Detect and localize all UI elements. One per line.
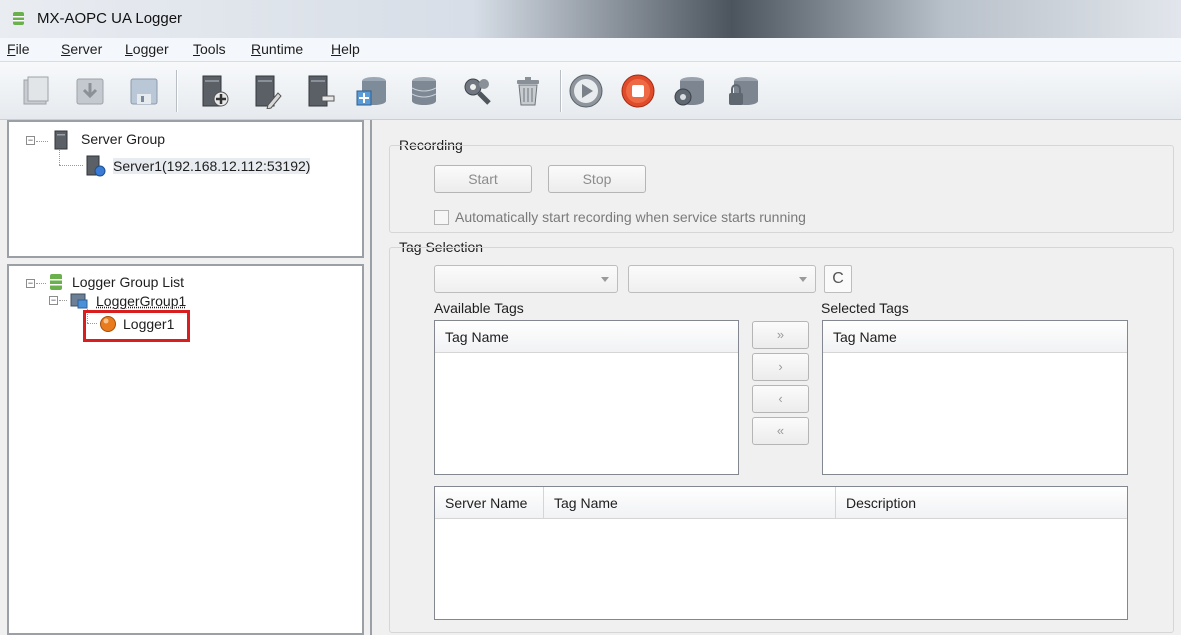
start-icon[interactable] [568, 73, 604, 109]
menu-bar: File Server Logger Tools Runtime Help [0, 38, 1181, 62]
toolbar [0, 62, 1181, 120]
tree-line [59, 300, 67, 301]
server-tree-pane: − Server Group Server1(192.168.12.112:53… [7, 120, 364, 258]
add-server-icon[interactable] [195, 73, 231, 109]
logger1-highlight [83, 310, 190, 342]
toolbar-separator [560, 70, 561, 112]
server-group-icon [54, 130, 68, 150]
selected-tags-list[interactable]: Tag Name [822, 320, 1128, 475]
selected-tag-name-header[interactable]: Tag Name [823, 321, 1127, 353]
available-tags-list[interactable]: Tag Name [434, 320, 739, 475]
stop-icon[interactable] [620, 73, 656, 109]
menu-logger[interactable]: Logger [125, 41, 169, 57]
add-logger-group-icon[interactable] [354, 73, 390, 109]
collapse-icon[interactable]: − [26, 279, 35, 288]
tree-server1[interactable]: Server1(192.168.12.112:53192) [113, 158, 311, 174]
move-all-right-button[interactable]: » [752, 321, 809, 349]
auto-start-checkbox[interactable] [434, 210, 449, 225]
tree-line [36, 141, 48, 142]
logger-group-list-icon [50, 274, 62, 290]
settings-icon[interactable] [459, 73, 495, 109]
logger-settings-panel: Recording Start Stop Automatically start… [370, 120, 1181, 635]
collapse-icon[interactable]: − [26, 136, 35, 145]
title-bar: MX-AOPC UA Logger [0, 0, 1181, 38]
available-tag-name-header[interactable]: Tag Name [435, 321, 738, 353]
save-icon[interactable] [126, 73, 162, 109]
selected-tags-title: Selected Tags [821, 300, 909, 316]
window-title: MX-AOPC UA Logger [37, 10, 183, 27]
delete-icon[interactable] [510, 73, 546, 109]
server-combo[interactable] [434, 265, 618, 293]
move-all-left-button[interactable]: « [752, 417, 809, 445]
available-tags-title: Available Tags [434, 300, 524, 316]
menu-tools[interactable]: Tools [193, 41, 226, 57]
move-right-button[interactable]: › [752, 353, 809, 381]
stop-button[interactable]: Stop [548, 165, 646, 193]
collapse-icon[interactable]: − [49, 296, 58, 305]
tree-server-group[interactable]: Server Group [81, 131, 165, 147]
database-lock-icon[interactable] [726, 73, 762, 109]
logger-group-icon [70, 293, 88, 309]
move-left-button[interactable]: ‹ [752, 385, 809, 413]
tree-line [59, 165, 83, 166]
group-combo[interactable] [628, 265, 816, 293]
detail-tag-name-header[interactable]: Tag Name [544, 487, 835, 519]
server-icon [86, 155, 106, 177]
auto-start-label: Automatically start recording when servi… [455, 209, 806, 225]
toolbar-separator [176, 70, 177, 112]
database-view-icon[interactable] [672, 73, 708, 109]
import-icon[interactable] [72, 73, 108, 109]
remove-server-icon[interactable] [301, 73, 337, 109]
start-button[interactable]: Start [434, 165, 532, 193]
tree-logger-group1[interactable]: LoggerGroup1 [96, 293, 186, 309]
app-database-icon [13, 12, 24, 25]
chevron-down-icon [799, 277, 807, 282]
edit-server-icon[interactable] [248, 73, 284, 109]
add-logger-icon[interactable] [406, 73, 442, 109]
menu-runtime[interactable]: Runtime [251, 41, 303, 57]
new-document-icon[interactable] [18, 73, 54, 109]
menu-file[interactable]: File [7, 41, 30, 57]
server-name-header[interactable]: Server Name [435, 487, 543, 519]
menu-server[interactable]: Server [61, 41, 102, 57]
tag-details-table[interactable]: Server Name Tag Name Description [434, 486, 1128, 620]
refresh-button[interactable]: C [824, 265, 852, 293]
tree-line [36, 283, 46, 284]
tree-line [59, 150, 60, 165]
tree-logger-group-list[interactable]: Logger Group List [72, 274, 184, 290]
description-header[interactable]: Description [836, 487, 1127, 519]
menu-help[interactable]: Help [331, 41, 360, 57]
chevron-down-icon [601, 277, 609, 282]
